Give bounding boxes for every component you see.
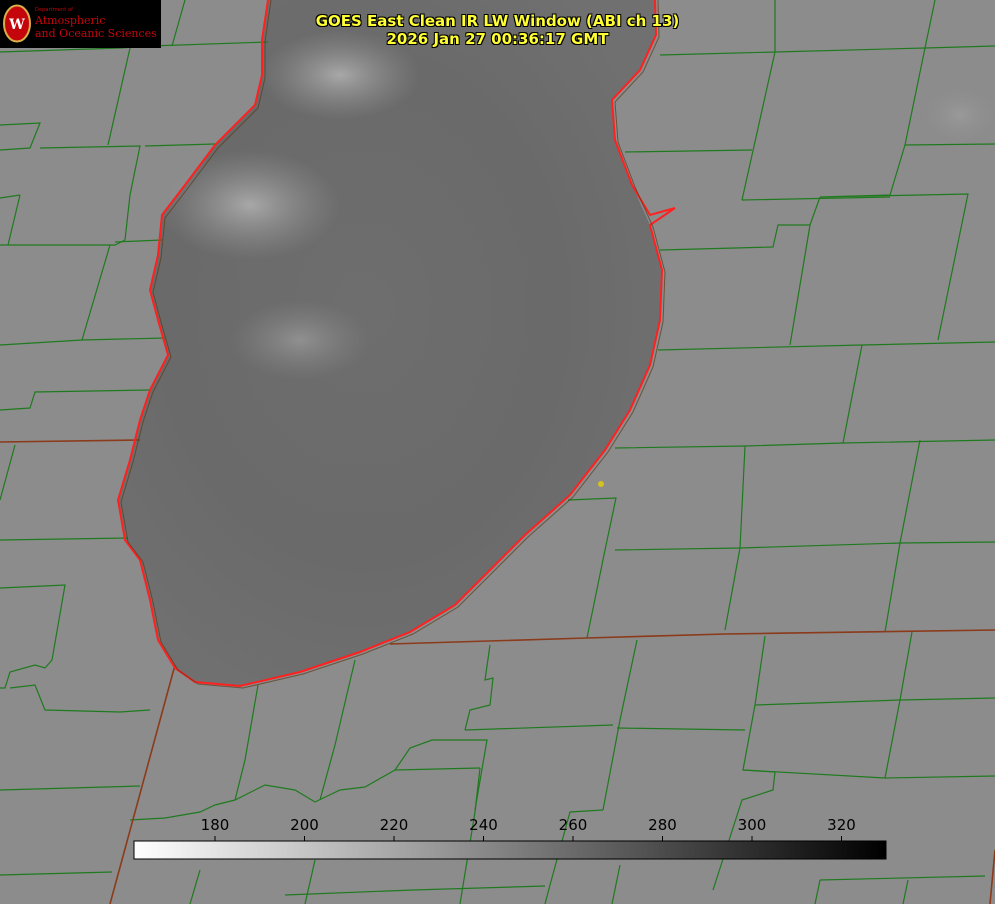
cloud-patch (160, 150, 340, 260)
satellite-image-viewer: W Department of Atmospheric and Oceanic … (0, 0, 995, 904)
satellite-map (0, 0, 995, 904)
cloud-patch (230, 300, 370, 380)
location-marker (598, 481, 604, 487)
image-timestamp: 2026 Jan 27 00:36:17 GMT (386, 30, 609, 48)
image-title: GOES East Clean IR LW Window (ABI ch 13) (315, 12, 680, 30)
